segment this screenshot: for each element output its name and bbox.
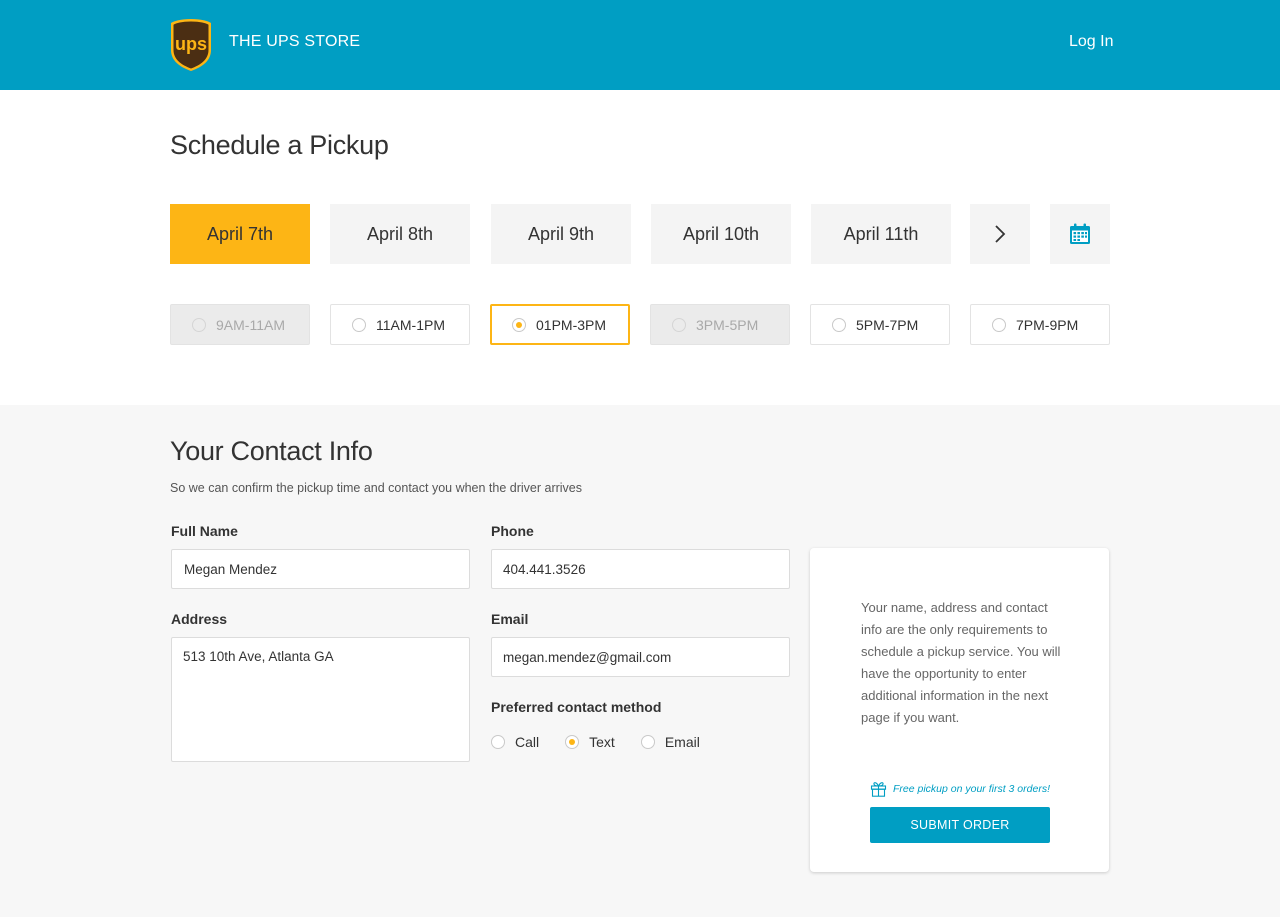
time-slot[interactable]: 5PM-7PM — [810, 304, 950, 345]
order-summary-card: Your name, address and contact info are … — [810, 548, 1109, 872]
email-label: Email — [491, 611, 529, 627]
contact-option-email[interactable]: Email — [640, 734, 700, 750]
address-label: Address — [171, 611, 228, 627]
time-slot-label: 3PM-5PM — [696, 316, 759, 333]
promo-text: Free pickup on your first 3 orders! — [893, 782, 1050, 795]
ups-logo-text: ups — [175, 34, 207, 54]
contact-title: Your Contact Info — [170, 436, 373, 466]
page-title: Schedule a Pickup — [170, 130, 389, 160]
contact-option-text[interactable]: Text — [565, 734, 615, 750]
promo-banner: Free pickup on your first 3 orders! — [870, 780, 1050, 797]
time-slot: 3PM-5PM — [650, 304, 790, 345]
requirements-text: Your name, address and contact info are … — [861, 600, 1061, 725]
time-slot[interactable]: 7PM-9PM — [970, 304, 1110, 345]
radio-icon — [832, 317, 846, 332]
contact-subtitle: So we can confirm the pickup time and co… — [170, 481, 583, 495]
time-slot: 9AM-11AM — [170, 304, 310, 345]
date-option[interactable]: April 8th — [330, 204, 470, 264]
chevron-right-icon — [995, 225, 1006, 243]
time-slot-label: 01PM-3PM — [536, 316, 607, 333]
preferred-contact-label: Preferred contact method — [491, 699, 662, 715]
radio-icon — [352, 317, 366, 332]
contact-option-call[interactable]: Call — [491, 734, 539, 750]
login-link[interactable]: Log In — [1069, 33, 1113, 51]
time-slot-label: 11AM-1PM — [376, 316, 445, 333]
calendar-icon — [1070, 223, 1090, 244]
radio-icon — [491, 735, 505, 749]
contact-option-label: Email — [664, 734, 700, 750]
ups-logo[interactable]: ups — [170, 18, 212, 72]
store-name: THE UPS STORE — [229, 33, 361, 50]
date-option[interactable]: April 10th — [651, 204, 791, 264]
top-header: ups THE UPS STORE Log In — [0, 0, 1280, 90]
time-slot-label: 5PM-7PM — [856, 316, 919, 333]
radio-icon — [640, 735, 655, 749]
radio-icon — [992, 317, 1006, 332]
time-slot[interactable]: 11AM-1PM — [330, 304, 470, 345]
full-name-label: Full Name — [171, 523, 238, 539]
address-input[interactable]: 513 10th Ave, Atlanta GA — [171, 637, 470, 762]
next-dates-button[interactable] — [970, 204, 1030, 264]
contact-option-label: Text — [589, 734, 615, 750]
preferred-contact-options: Call Text Email — [491, 733, 700, 751]
full-name-input[interactable] — [171, 549, 470, 589]
date-option[interactable]: April 11th — [811, 204, 951, 264]
date-option[interactable]: April 9th — [491, 204, 631, 264]
date-option[interactable]: April 7th — [170, 204, 310, 264]
calendar-button[interactable] — [1050, 204, 1110, 264]
email-input[interactable] — [491, 637, 790, 677]
time-slot-label: 7PM-9PM — [1016, 316, 1079, 333]
contact-option-label: Call — [515, 734, 540, 750]
radio-icon — [192, 317, 206, 332]
phone-label: Phone — [491, 523, 534, 539]
submit-order-button[interactable]: SUBMIT ORDER — [870, 807, 1050, 843]
radio-checked-icon — [565, 735, 580, 749]
gift-icon — [870, 782, 887, 797]
radio-icon — [672, 317, 686, 332]
radio-checked-icon — [512, 317, 526, 332]
time-slot[interactable]: 01PM-3PM — [490, 304, 630, 345]
phone-input[interactable] — [491, 549, 790, 589]
time-slot-label: 9AM-11AM — [216, 316, 285, 333]
